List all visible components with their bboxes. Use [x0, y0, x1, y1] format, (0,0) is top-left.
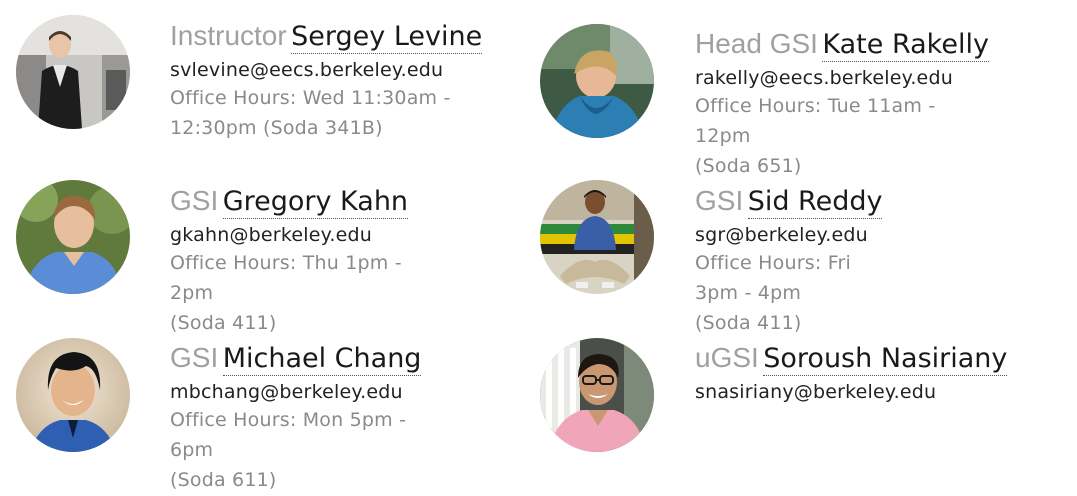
staff-role: uGSI: [695, 342, 759, 373]
office-hours: Office Hours: Thu 1pm - 2pm: [170, 252, 402, 304]
staff-role: GSI: [695, 185, 744, 216]
staff-name-link[interactable]: Kate Rakelly: [822, 29, 989, 62]
office-location: (Soda 411): [695, 312, 802, 334]
staff-email: svlevine@eecs.berkeley.edu: [170, 59, 444, 81]
staff-name-link[interactable]: Gregory Kahn: [222, 186, 409, 219]
avatar: [540, 338, 654, 452]
staff-name-link[interactable]: Sid Reddy: [747, 186, 883, 219]
staff-role: Head GSI: [695, 28, 818, 59]
staff-email: mbchang@berkeley.edu: [170, 381, 403, 403]
avatar: [16, 15, 130, 129]
office-location: (Soda 611): [170, 469, 277, 491]
staff-role: GSI: [170, 342, 219, 373]
office-hours: Office Hours: Fri 3pm - 4pm: [695, 252, 851, 304]
staff-role: Instructor: [170, 20, 287, 51]
staff-email: rakelly@eecs.berkeley.edu: [695, 67, 953, 89]
staff-name-link[interactable]: Sergey Levine: [291, 21, 483, 54]
avatar: [16, 180, 130, 294]
office-hours: Office Hours: Wed 11:30am -: [170, 87, 451, 109]
office-hours: Office Hours: Mon 5pm - 6pm: [170, 409, 407, 461]
avatar: [540, 24, 654, 138]
office-location: (Soda 411): [170, 312, 277, 334]
staff-email: sgr@berkeley.edu: [695, 224, 868, 246]
staff-name-link[interactable]: Michael Chang: [222, 343, 422, 376]
avatar: [540, 180, 654, 294]
office-hours: Office Hours: Tue 11am - 12pm: [695, 95, 936, 147]
avatar: [16, 338, 130, 452]
office-location: 12:30pm (Soda 341B): [170, 117, 383, 139]
staff-email: snasiriany@berkeley.edu: [695, 381, 937, 403]
staff-email: gkahn@berkeley.edu: [170, 224, 372, 246]
staff-name-link[interactable]: Soroush Nasiriany: [763, 343, 1008, 376]
staff-role: GSI: [170, 185, 219, 216]
office-location: (Soda 651): [695, 155, 802, 177]
